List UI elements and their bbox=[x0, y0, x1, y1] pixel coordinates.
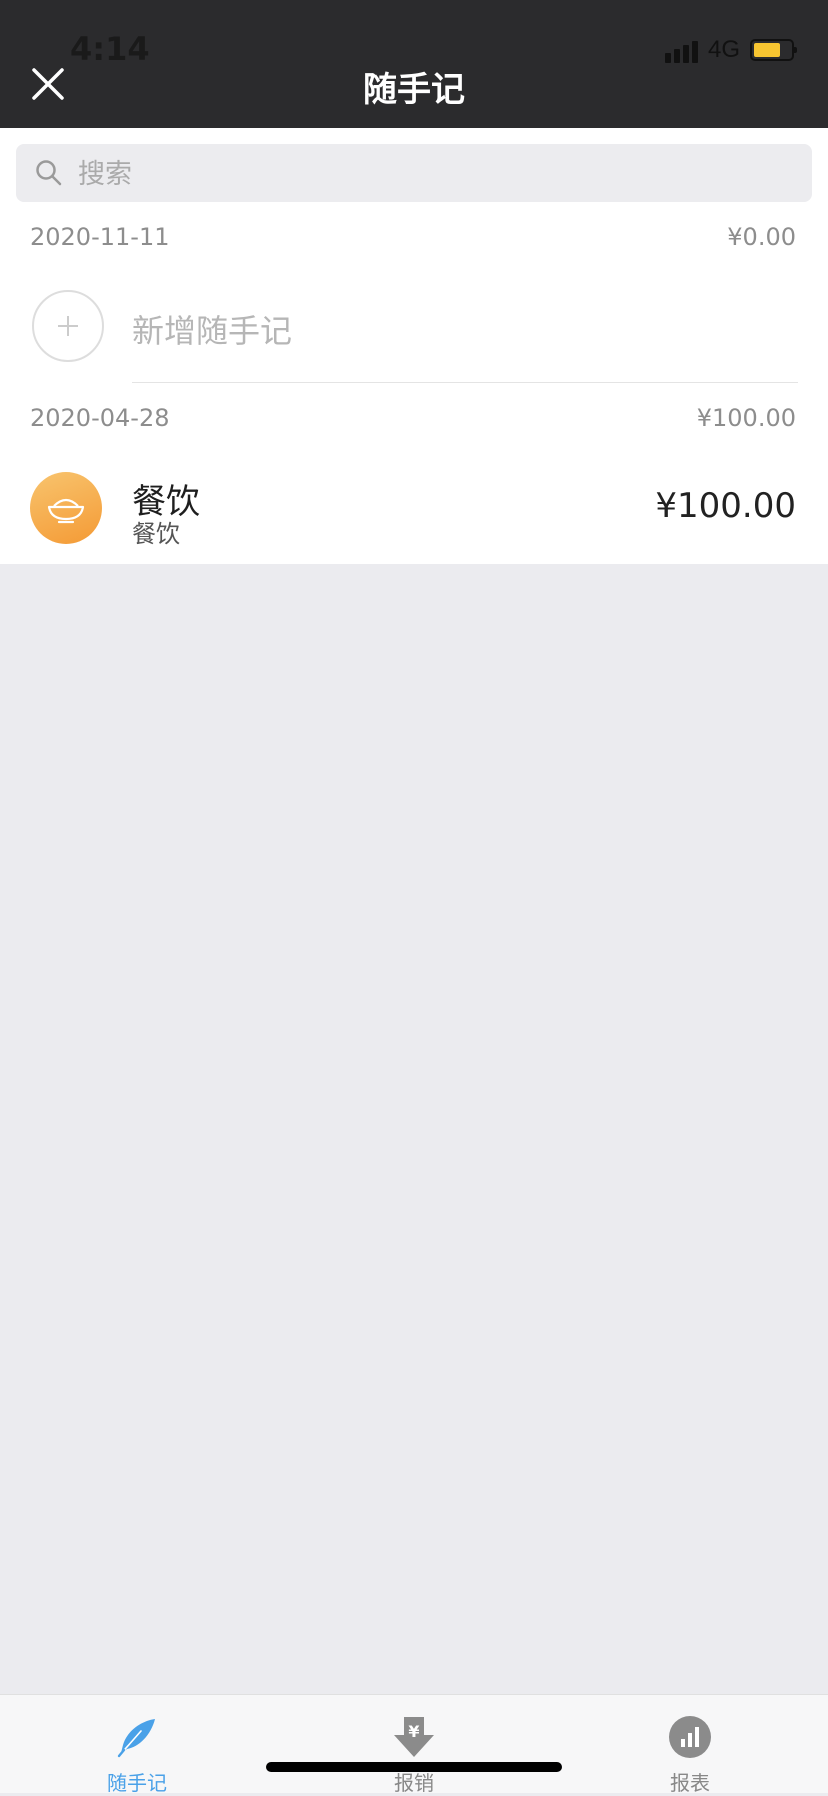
search-icon bbox=[36, 160, 62, 186]
group-header: 2020-11-11 ¥0.00 bbox=[30, 220, 796, 254]
tab-bar: 随手记 ¥ 报销 报表 bbox=[0, 1694, 828, 1795]
battery-icon bbox=[750, 39, 797, 61]
group-total: ¥0.00 bbox=[727, 223, 796, 251]
page-title: 随手记 bbox=[363, 70, 465, 110]
network-label: 4G bbox=[707, 36, 740, 63]
reimburse-icon: ¥ bbox=[394, 1717, 434, 1757]
home-indicator[interactable] bbox=[266, 1762, 562, 1772]
entry-amount: ¥100.00 bbox=[655, 486, 796, 526]
tab-reports[interactable]: 报表 bbox=[610, 1695, 770, 1795]
add-note-label: 新增随手记 bbox=[132, 312, 293, 350]
group-total: ¥100.00 bbox=[696, 404, 796, 432]
feather-icon bbox=[117, 1719, 155, 1758]
search-input[interactable] bbox=[76, 144, 800, 204]
svg-text:¥: ¥ bbox=[408, 1722, 419, 1741]
chart-icon bbox=[669, 1716, 711, 1758]
tab-notes[interactable]: 随手记 bbox=[57, 1695, 217, 1795]
group-date: 2020-04-28 bbox=[30, 404, 170, 432]
group-date: 2020-11-11 bbox=[30, 223, 170, 251]
top-bar: 4:14 4G 随手记 bbox=[0, 0, 828, 128]
rice-bowl-icon bbox=[30, 472, 102, 544]
signal-icon bbox=[664, 37, 698, 63]
divider bbox=[132, 382, 798, 383]
status-indicators: 4G bbox=[664, 36, 797, 64]
list-item[interactable]: 餐饮 餐饮 ¥100.00 bbox=[0, 440, 828, 564]
add-note-button[interactable]: 新增随手记 bbox=[0, 250, 828, 384]
entry-category: 餐饮 bbox=[132, 520, 180, 548]
group-header: 2020-04-28 ¥100.00 bbox=[30, 401, 796, 435]
tab-reimburse[interactable]: ¥ 报销 bbox=[334, 1695, 494, 1795]
plus-icon bbox=[32, 290, 104, 362]
search-bar[interactable] bbox=[16, 144, 812, 204]
